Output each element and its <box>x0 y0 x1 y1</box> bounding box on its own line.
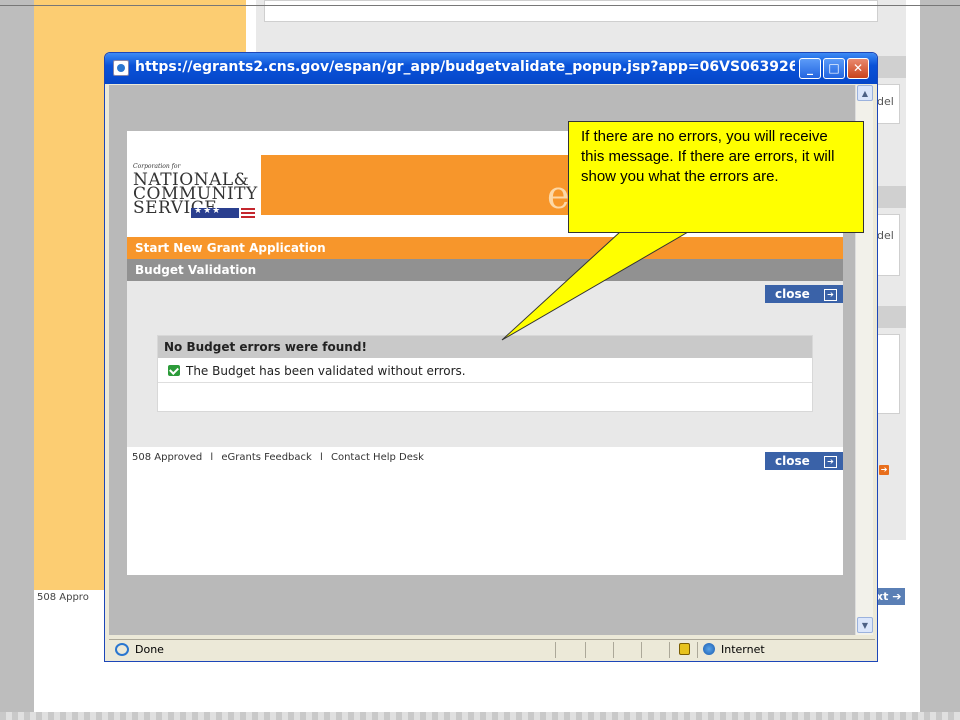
checkmark-icon <box>168 365 180 376</box>
scroll-down-arrow-icon[interactable]: ▼ <box>857 617 873 633</box>
status-divider <box>585 642 586 658</box>
scroll-up-arrow-icon[interactable]: ▲ <box>857 85 873 101</box>
background-bottom-strip <box>0 712 960 720</box>
close-button-label: close <box>775 287 810 301</box>
link-egrants-feedback[interactable]: eGrants Feedback <box>221 452 311 463</box>
status-divider <box>613 642 614 658</box>
logo-small-text: Corporation for <box>133 163 181 170</box>
ie-page-icon <box>113 60 129 76</box>
link-contact-help-desk[interactable]: Contact Help Desk <box>331 452 424 463</box>
result-message: The Budget has been validated without er… <box>186 364 466 378</box>
footer-separator: l <box>210 452 214 463</box>
background-label: del <box>877 229 894 242</box>
arrow-right-icon: ➔ <box>824 289 837 301</box>
arrow-right-icon: ➔ <box>879 465 890 475</box>
window-titlebar[interactable]: https://egrants2.cns.gov/espan/gr_app/bu… <box>105 53 877 84</box>
logo-stripes-icon <box>241 208 255 218</box>
subsection-bar: Budget Validation <box>127 259 843 281</box>
footer-separator: l <box>320 452 323 463</box>
lock-icon <box>679 643 690 655</box>
close-button-top[interactable]: close ➔ <box>765 285 843 303</box>
minimize-button[interactable]: _ <box>799 58 821 79</box>
background-left-margin <box>0 0 34 720</box>
section-bar: Start New Grant Application <box>127 237 843 259</box>
status-divider <box>641 642 642 658</box>
subsection-title: Budget Validation <box>135 263 257 277</box>
banner-egrants-letter: e <box>547 173 570 217</box>
status-divider <box>669 642 670 658</box>
globe-icon <box>703 643 715 655</box>
footer-links: 508 Approved l eGrants Feedback l Contac… <box>132 452 424 463</box>
instruction-callout: If there are no errors, you will receive… <box>568 121 864 233</box>
status-bar: Done Internet <box>109 639 875 659</box>
result-header: No Budget errors were found! <box>158 336 812 358</box>
link-508-approved[interactable]: 508 Approved <box>132 452 202 463</box>
background-label: del <box>877 95 894 108</box>
background-table-top <box>264 0 878 22</box>
arrow-right-icon: ➔ <box>824 456 837 468</box>
security-zone: Internet <box>721 643 765 656</box>
callout-text: If there are no errors, you will receive… <box>581 128 835 185</box>
status-divider <box>555 642 556 658</box>
result-divider <box>158 382 812 383</box>
close-button-label: close <box>775 454 810 468</box>
close-button-bottom[interactable]: close ➔ <box>765 452 843 470</box>
validation-result-box: No Budget errors were found! The Budget … <box>157 335 813 412</box>
ie-done-icon <box>115 643 129 656</box>
result-heading: No Budget errors were found! <box>164 340 367 354</box>
background-footer-text: 508 Appro <box>37 592 89 603</box>
logo-stars-icon <box>191 206 239 218</box>
window-title: https://egrants2.cns.gov/espan/gr_app/bu… <box>135 59 795 75</box>
status-divider <box>697 642 698 658</box>
maximize-button[interactable]: □ <box>823 58 845 79</box>
window-close-button[interactable]: ✕ <box>847 58 869 79</box>
section-title: Start New Grant Application <box>135 241 326 255</box>
status-text: Done <box>135 643 164 656</box>
background-right-margin <box>920 0 960 720</box>
background-divider <box>0 5 960 6</box>
